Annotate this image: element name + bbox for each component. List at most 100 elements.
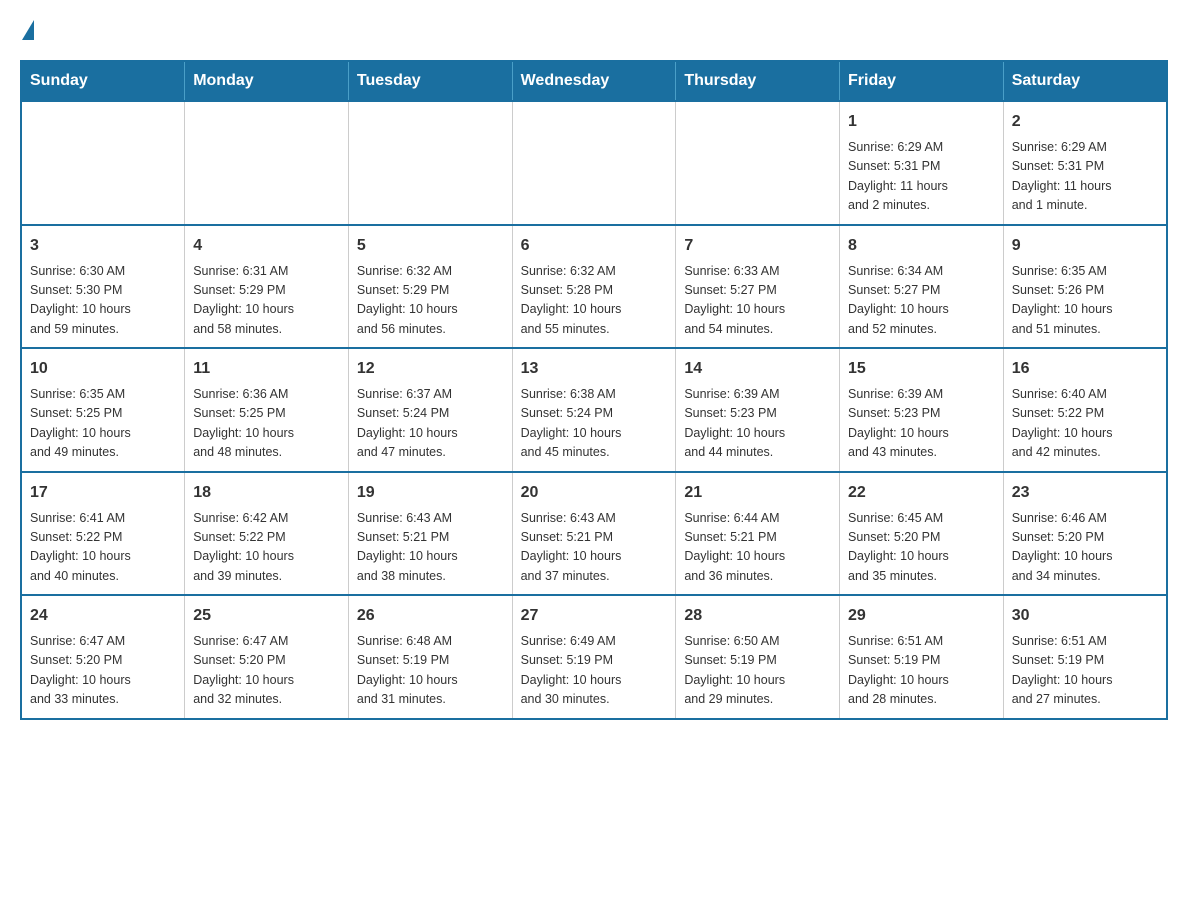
weekday-header-friday: Friday (840, 61, 1004, 101)
calendar-day-20: 20 Sunrise: 6:43 AM Sunset: 5:21 PM Dayli… (512, 472, 676, 596)
calendar-day-8: 8 Sunrise: 6:34 AM Sunset: 5:27 PM Daylig… (840, 225, 1004, 349)
day-number: 9 (1012, 234, 1158, 258)
day-info: Sunrise: 6:29 AM Sunset: 5:31 PM Dayligh… (848, 138, 995, 216)
day-info: Sunrise: 6:37 AM Sunset: 5:24 PM Dayligh… (357, 385, 504, 463)
calendar-day-19: 19 Sunrise: 6:43 AM Sunset: 5:21 PM Dayli… (348, 472, 512, 596)
day-number: 3 (30, 234, 176, 258)
logo (20, 20, 36, 40)
day-info: Sunrise: 6:47 AM Sunset: 5:20 PM Dayligh… (193, 632, 340, 710)
calendar-day-3: 3Sunrise: 6:30 AM Sunset: 5:30 PM Daylig… (21, 225, 185, 349)
calendar-day-11: 11Sunrise: 6:36 AM Sunset: 5:25 PM Dayli… (185, 348, 349, 472)
calendar-day-24: 24Sunrise: 6:47 AM Sunset: 5:20 PM Dayli… (21, 595, 185, 719)
day-info: Sunrise: 6:29 AM Sunset: 5:31 PM Dayligh… (1012, 138, 1158, 216)
calendar-empty-cell (21, 101, 185, 225)
day-number: 27 (521, 604, 668, 628)
calendar-day-5: 5 Sunrise: 6:32 AM Sunset: 5:29 PM Daylig… (348, 225, 512, 349)
day-number: 13 (521, 357, 668, 381)
weekday-header-wednesday: Wednesday (512, 61, 676, 101)
calendar-week-row: 10 Sunrise: 6:35 AM Sunset: 5:25 PM Dayli… (21, 348, 1167, 472)
calendar-day-14: 14 Sunrise: 6:39 AM Sunset: 5:23 PM Dayli… (676, 348, 840, 472)
day-info: Sunrise: 6:48 AM Sunset: 5:19 PM Dayligh… (357, 632, 504, 710)
day-number: 8 (848, 234, 995, 258)
day-number: 4 (193, 234, 340, 258)
day-number: 6 (521, 234, 668, 258)
day-number: 17 (30, 481, 176, 505)
calendar-week-row: 3Sunrise: 6:30 AM Sunset: 5:30 PM Daylig… (21, 225, 1167, 349)
day-info: Sunrise: 6:42 AM Sunset: 5:22 PM Dayligh… (193, 509, 340, 587)
day-number: 16 (1012, 357, 1158, 381)
day-info: Sunrise: 6:51 AM Sunset: 5:19 PM Dayligh… (1012, 632, 1158, 710)
day-number: 21 (684, 481, 831, 505)
weekday-header-tuesday: Tuesday (348, 61, 512, 101)
calendar-empty-cell (185, 101, 349, 225)
calendar-day-13: 13 Sunrise: 6:38 AM Sunset: 5:24 PM Dayli… (512, 348, 676, 472)
day-number: 23 (1012, 481, 1158, 505)
day-info: Sunrise: 6:40 AM Sunset: 5:22 PM Dayligh… (1012, 385, 1158, 463)
calendar-day-22: 22 Sunrise: 6:45 AM Sunset: 5:20 PM Dayli… (840, 472, 1004, 596)
day-number: 30 (1012, 604, 1158, 628)
calendar-day-18: 18 Sunrise: 6:42 AM Sunset: 5:22 PM Dayli… (185, 472, 349, 596)
calendar-day-7: 7Sunrise: 6:33 AM Sunset: 5:27 PM Daylig… (676, 225, 840, 349)
day-info: Sunrise: 6:35 AM Sunset: 5:25 PM Dayligh… (30, 385, 176, 463)
day-info: Sunrise: 6:46 AM Sunset: 5:20 PM Dayligh… (1012, 509, 1158, 587)
day-number: 12 (357, 357, 504, 381)
day-info: Sunrise: 6:31 AM Sunset: 5:29 PM Dayligh… (193, 262, 340, 340)
weekday-header-monday: Monday (185, 61, 349, 101)
calendar-day-2: 2 Sunrise: 6:29 AM Sunset: 5:31 PM Daylig… (1003, 101, 1167, 225)
calendar-day-28: 28 Sunrise: 6:50 AM Sunset: 5:19 PM Dayli… (676, 595, 840, 719)
calendar-empty-cell (512, 101, 676, 225)
calendar-day-21: 21 Sunrise: 6:44 AM Sunset: 5:21 PM Dayli… (676, 472, 840, 596)
day-info: Sunrise: 6:45 AM Sunset: 5:20 PM Dayligh… (848, 509, 995, 587)
calendar-day-4: 4 Sunrise: 6:31 AM Sunset: 5:29 PM Daylig… (185, 225, 349, 349)
calendar-week-row: 1 Sunrise: 6:29 AM Sunset: 5:31 PM Daylig… (21, 101, 1167, 225)
day-info: Sunrise: 6:38 AM Sunset: 5:24 PM Dayligh… (521, 385, 668, 463)
calendar-week-row: 24 Sunrise: 6:47 AM Sunset: 5:20 PM Dayli… (21, 595, 1167, 719)
day-number: 1 (848, 110, 995, 134)
day-info: Sunrise: 6:39 AM Sunset: 5:23 PM Dayligh… (848, 385, 995, 463)
calendar-day-9: 9 Sunrise: 6:35 AM Sunset: 5:26 PM Daylig… (1003, 225, 1167, 349)
calendar-day-15: 15 Sunrise: 6:39 AM Sunset: 5:23 PM Dayli… (840, 348, 1004, 472)
calendar-day-26: 26 Sunrise: 6:48 AM Sunset: 5:19 PM Dayli… (348, 595, 512, 719)
calendar-empty-cell (676, 101, 840, 225)
day-info: Sunrise: 6:35 AM Sunset: 5:26 PM Dayligh… (1012, 262, 1158, 340)
day-info: Sunrise: 6:41 AM Sunset: 5:22 PM Dayligh… (30, 509, 176, 587)
calendar-day-17: 17 Sunrise: 6:41 AM Sunset: 5:22 PM Dayli… (21, 472, 185, 596)
page-header (20, 20, 1168, 40)
calendar-empty-cell (348, 101, 512, 225)
day-info: Sunrise: 6:44 AM Sunset: 5:21 PM Dayligh… (684, 509, 831, 587)
day-number: 14 (684, 357, 831, 381)
day-info: Sunrise: 6:51 AM Sunset: 5:19 PM Dayligh… (848, 632, 995, 710)
day-info: Sunrise: 6:50 AM Sunset: 5:19 PM Dayligh… (684, 632, 831, 710)
day-number: 28 (684, 604, 831, 628)
weekday-header-saturday: Saturday (1003, 61, 1167, 101)
day-number: 18 (193, 481, 340, 505)
calendar-day-29: 29 Sunrise: 6:51 AM Sunset: 5:19 PM Dayli… (840, 595, 1004, 719)
day-number: 26 (357, 604, 504, 628)
day-number: 2 (1012, 110, 1158, 134)
day-info: Sunrise: 6:39 AM Sunset: 5:23 PM Dayligh… (684, 385, 831, 463)
day-number: 10 (30, 357, 176, 381)
calendar-table: SundayMondayTuesdayWednesdayThursdayFrid… (20, 60, 1168, 720)
day-number: 5 (357, 234, 504, 258)
calendar-day-12: 12 Sunrise: 6:37 AM Sunset: 5:24 PM Dayli… (348, 348, 512, 472)
day-info: Sunrise: 6:34 AM Sunset: 5:27 PM Dayligh… (848, 262, 995, 340)
day-number: 7 (684, 234, 831, 258)
day-number: 19 (357, 481, 504, 505)
day-info: Sunrise: 6:32 AM Sunset: 5:29 PM Dayligh… (357, 262, 504, 340)
calendar-day-30: 30 Sunrise: 6:51 AM Sunset: 5:19 PM Dayli… (1003, 595, 1167, 719)
calendar-week-row: 17 Sunrise: 6:41 AM Sunset: 5:22 PM Dayli… (21, 472, 1167, 596)
weekday-header-thursday: Thursday (676, 61, 840, 101)
calendar-header-row: SundayMondayTuesdayWednesdayThursdayFrid… (21, 61, 1167, 101)
day-number: 22 (848, 481, 995, 505)
day-number: 29 (848, 604, 995, 628)
day-info: Sunrise: 6:43 AM Sunset: 5:21 PM Dayligh… (357, 509, 504, 587)
weekday-header-sunday: Sunday (21, 61, 185, 101)
day-info: Sunrise: 6:43 AM Sunset: 5:21 PM Dayligh… (521, 509, 668, 587)
day-number: 25 (193, 604, 340, 628)
calendar-day-6: 6Sunrise: 6:32 AM Sunset: 5:28 PM Daylig… (512, 225, 676, 349)
logo-triangle-icon (22, 20, 34, 40)
day-info: Sunrise: 6:49 AM Sunset: 5:19 PM Dayligh… (521, 632, 668, 710)
day-number: 24 (30, 604, 176, 628)
day-number: 20 (521, 481, 668, 505)
day-number: 15 (848, 357, 995, 381)
